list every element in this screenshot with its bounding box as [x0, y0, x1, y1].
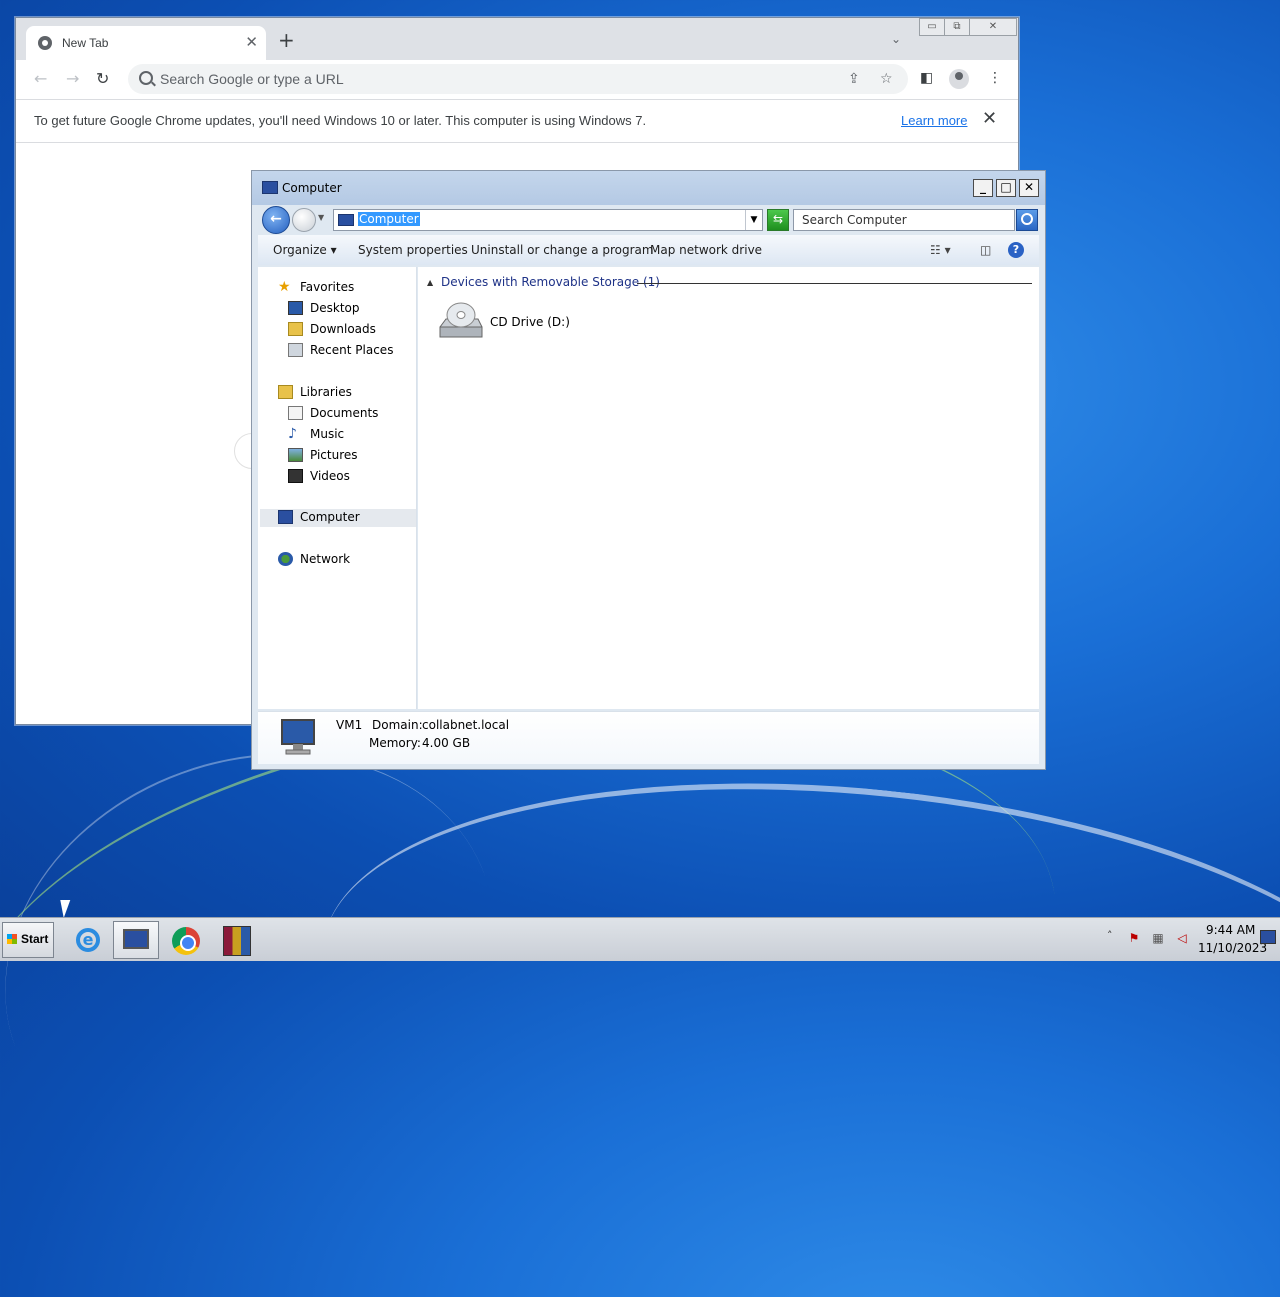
help-icon[interactable]: ? — [1008, 242, 1024, 258]
star-icon: ★ — [278, 279, 291, 295]
organize-button[interactable]: Organize ▾ — [273, 243, 337, 257]
bookmark-star-icon[interactable]: ☆ — [880, 71, 893, 87]
chrome-menu-icon[interactable]: ⋮ — [988, 70, 1002, 86]
desktop-icon — [288, 301, 303, 315]
network-icon — [278, 552, 293, 566]
computer-icon — [278, 510, 293, 524]
recent-places-icon — [288, 343, 303, 357]
back-arrow-icon[interactable]: ← — [34, 69, 47, 88]
explorer-window-controls: _ □ ✕ — [970, 179, 1039, 197]
minimize-button[interactable]: ▭ — [919, 18, 945, 36]
taskbar-winrar[interactable] — [213, 921, 259, 959]
address-bar[interactable]: Computer ▼ — [333, 209, 763, 231]
minimize-button[interactable]: _ — [973, 179, 993, 197]
computer-icon — [262, 181, 278, 194]
videos-icon — [288, 469, 303, 483]
clock-time[interactable]: 9:44 AM — [1206, 923, 1255, 937]
show-hidden-icons-icon[interactable]: ˄ — [1107, 929, 1113, 942]
command-bar: Organize ▾ System properties Uninstall o… — [258, 235, 1039, 265]
share-icon[interactable]: ⇪ — [848, 71, 860, 87]
search-icon — [139, 71, 153, 85]
new-tab-button[interactable]: + — [278, 30, 295, 50]
taskbar-windows-explorer[interactable] — [113, 921, 159, 959]
navigation-pane: ★ Favorites Desktop Downloads Recent Pla… — [258, 267, 417, 709]
omnibox-placeholder: Search Google or type a URL — [160, 71, 344, 87]
internet-explorer-icon: e — [76, 928, 100, 952]
downloads-folder-icon — [288, 322, 303, 336]
preview-pane-icon[interactable]: ◫ — [980, 243, 991, 257]
explorer-window: Computer _ □ ✕ ← ▼ Computer ▼ ⇆ Search C… — [251, 170, 1046, 770]
cd-drive-label[interactable]: CD Drive (D:) — [490, 315, 570, 329]
tab-search-chevron-icon[interactable]: ⌄ — [891, 32, 901, 46]
infobar-close-icon[interactable]: ✕ — [982, 108, 997, 129]
show-desktop-button[interactable] — [1260, 930, 1276, 944]
tab-close-icon[interactable]: ✕ — [245, 33, 258, 51]
refresh-button[interactable]: ⇆ — [767, 209, 789, 231]
chrome-tabstrip: New Tab ✕ + ⌄ ▭ ⧉ ✕ — [16, 18, 1018, 60]
omnibox[interactable]: Search Google or type a URL ⇪ ☆ — [128, 64, 908, 94]
computer-icon — [338, 214, 354, 226]
explorer-titlebar[interactable]: Computer _ □ ✕ — [252, 171, 1045, 205]
pictures-icon — [288, 448, 303, 462]
winrar-icon — [223, 926, 251, 956]
search-placeholder: Search Computer — [802, 213, 907, 227]
clock-date[interactable]: 11/10/2023 — [1198, 941, 1267, 955]
start-button[interactable]: Start — [2, 922, 54, 958]
group-header[interactable]: Devices with Removable Storage (1) — [441, 275, 660, 289]
system-properties-button[interactable]: System properties — [358, 243, 468, 257]
reload-icon[interactable]: ↻ — [96, 69, 109, 88]
chrome-window-controls: ▭ ⧉ ✕ — [919, 18, 1017, 36]
uninstall-program-button[interactable]: Uninstall or change a program — [471, 243, 654, 257]
nav-item-computer[interactable]: Computer — [260, 509, 416, 527]
forward-arrow-icon[interactable]: → — [66, 69, 79, 88]
chrome-toolbar: ← → ↻ Search Google or type a URL ⇪ ☆ ◧ … — [16, 60, 1018, 98]
cd-drive-icon[interactable] — [436, 301, 484, 345]
network-status-icon[interactable]: ▦ — [1150, 930, 1166, 946]
collapse-group-icon[interactable]: ▲ — [427, 278, 433, 287]
learn-more-link[interactable]: Learn more — [901, 113, 967, 128]
computer-icon — [123, 929, 149, 949]
explorer-title: Computer — [282, 181, 342, 195]
action-center-flag-icon[interactable]: ⚑ — [1126, 930, 1142, 946]
back-button[interactable]: ← — [262, 206, 290, 234]
chrome-icon — [172, 927, 200, 955]
computer-monitor-icon — [276, 718, 320, 758]
close-button[interactable]: ✕ — [1019, 179, 1039, 197]
details-pane: VM1 Domain: collabnet.local Memory: 4.00… — [258, 711, 1039, 764]
tab-title: New Tab — [62, 36, 109, 50]
infobar-message: To get future Google Chrome updates, you… — [34, 113, 647, 128]
forward-button[interactable] — [292, 208, 316, 232]
volume-muted-icon[interactable]: ◁ — [1174, 930, 1190, 946]
address-row: ← ▼ Computer ▼ ⇆ Search Computer — [258, 205, 1039, 234]
side-panel-icon[interactable]: ◧ — [920, 70, 933, 86]
search-input[interactable]: Search Computer — [793, 209, 1015, 231]
update-infobar: To get future Google Chrome updates, you… — [16, 99, 1018, 143]
windows-logo-icon — [7, 934, 17, 944]
group-divider — [637, 283, 1032, 284]
maximize-button[interactable]: □ — [996, 179, 1016, 197]
domain-label: Domain: — [372, 718, 423, 732]
close-button[interactable]: ✕ — [969, 18, 1017, 36]
content-pane: ▲ Devices with Removable Storage (1) CD … — [418, 267, 1039, 709]
history-dropdown-icon[interactable]: ▼ — [318, 213, 324, 222]
chrome-tab-new-tab[interactable]: New Tab ✕ — [26, 26, 266, 60]
documents-icon — [288, 406, 303, 420]
music-note-icon: ♪ — [288, 426, 297, 442]
taskbar-google-chrome[interactable] — [163, 921, 209, 959]
search-icon[interactable] — [1016, 209, 1038, 231]
libraries-icon — [278, 385, 293, 399]
restore-button[interactable]: ⧉ — [944, 18, 970, 36]
address-dropdown-icon[interactable]: ▼ — [745, 210, 762, 230]
address-text[interactable]: Computer — [358, 212, 420, 226]
memory-label: Memory: — [369, 736, 421, 750]
profile-avatar-icon[interactable] — [949, 69, 969, 89]
chrome-favicon-icon — [38, 36, 52, 50]
taskbar: Start e ˄ ⚑ ▦ ◁ 9:44 AM 11/10/2023 — [0, 917, 1280, 961]
taskbar-internet-explorer[interactable]: e — [65, 921, 111, 959]
map-network-drive-button[interactable]: Map network drive — [650, 243, 762, 257]
computer-name: VM1 — [336, 718, 363, 732]
change-view-icon[interactable]: ☷ ▾ — [930, 243, 951, 257]
memory-value: 4.00 GB — [422, 736, 471, 750]
domain-value: collabnet.local — [422, 718, 510, 732]
